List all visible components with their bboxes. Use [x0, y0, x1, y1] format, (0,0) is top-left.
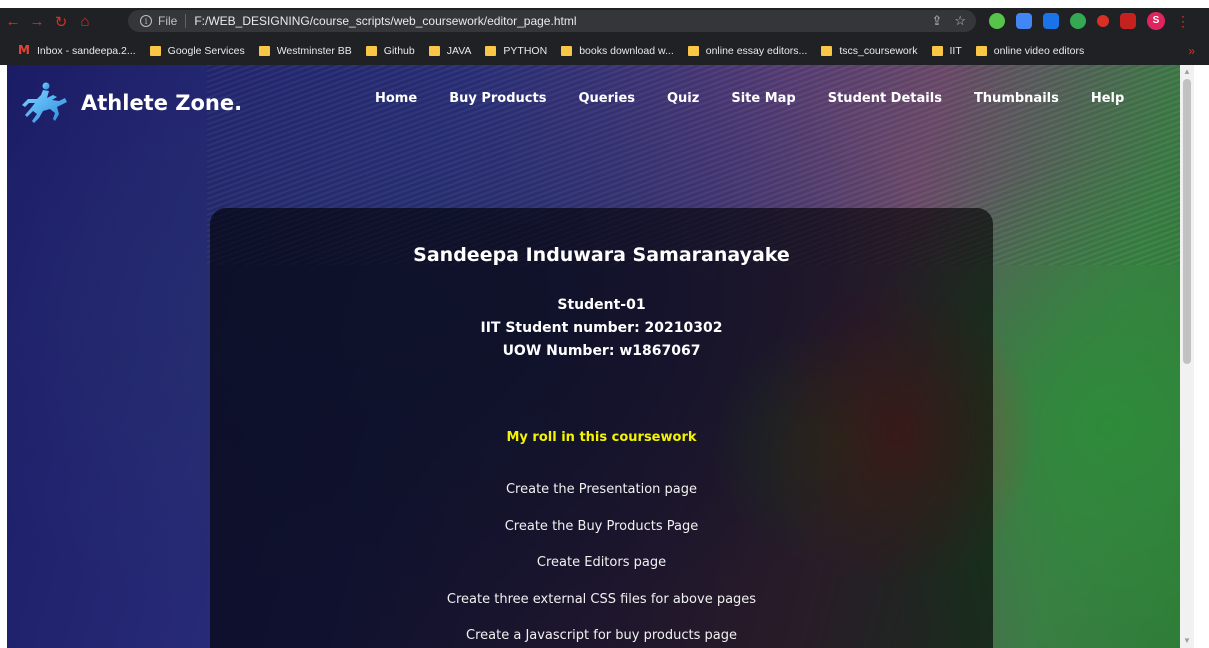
folder-icon	[365, 46, 377, 56]
extension-square-icon[interactable]	[1120, 13, 1136, 29]
student-name: Sandeepa Induwara Samaranayake	[413, 244, 790, 266]
site-title: Athlete Zone.	[81, 91, 243, 115]
bookmark-inbox[interactable]: Inbox - sandeepa.2...	[18, 43, 136, 57]
list-item: Create a Javascript for buy products pag…	[466, 628, 737, 643]
folder-icon	[485, 46, 497, 56]
list-item: Create three external CSS files for abov…	[446, 591, 757, 607]
bookmark-label: JAVA	[446, 45, 472, 57]
folder-icon	[428, 46, 440, 56]
share-icon[interactable]: ⇪	[931, 13, 942, 29]
site-logo[interactable]: Athlete Zone.	[19, 81, 242, 125]
bookmark-label: Inbox - sandeepa.2...	[37, 45, 136, 57]
bookmark-label: online essay editors...	[705, 45, 808, 57]
student-card: Sandeepa Induwara Samaranayake Student-0…	[210, 208, 993, 648]
list-item: Create the Buy Products Page	[504, 518, 699, 534]
extension-red-icon[interactable]	[1097, 15, 1109, 27]
uow-number: UOW Number: w1867067	[502, 343, 701, 359]
folder-icon	[975, 46, 987, 56]
folder-icon	[258, 46, 270, 56]
nav-site-map[interactable]: Site Map	[731, 91, 795, 106]
bookmark-label: books download w...	[579, 45, 674, 57]
kebab-menu-icon[interactable]: ⋮	[1176, 13, 1190, 30]
page-viewport: Athlete Zone. Home Buy Products Queries …	[7, 65, 1194, 648]
nav-student-details[interactable]: Student Details	[828, 91, 942, 106]
extension-blue-icon[interactable]	[1043, 13, 1059, 29]
page-scrollbar[interactable]: ▲ ▼	[1180, 65, 1194, 648]
bookmark-star-icon[interactable]: ☆	[954, 13, 966, 29]
horse-rider-icon	[22, 82, 67, 123]
home-icon[interactable]: ⌂	[74, 11, 96, 33]
nav-buy-products[interactable]: Buy Products	[449, 91, 546, 106]
bookmark-books[interactable]: books download w...	[561, 45, 674, 57]
bookmarks-bar: Inbox - sandeepa.2... Google Services We…	[0, 39, 1209, 63]
url-separator	[185, 14, 187, 28]
nav-quiz[interactable]: Quiz	[667, 91, 699, 106]
bookmark-label: Google Services	[167, 45, 245, 57]
nav-thumbnails[interactable]: Thumbnails	[974, 91, 1059, 106]
bookmark-label: online video editors	[993, 45, 1085, 57]
back-arrow-icon[interactable]: ←	[2, 11, 24, 33]
gmail-icon	[18, 43, 31, 57]
nav-home[interactable]: Home	[375, 91, 417, 106]
url-scheme: File	[158, 14, 178, 28]
folder-icon	[687, 46, 699, 56]
nav-queries[interactable]: Queries	[578, 91, 635, 106]
extension-green-icon[interactable]	[989, 13, 1005, 29]
reload-icon[interactable]: ↻	[50, 11, 72, 33]
address-bar-actions: ⇪ ☆	[931, 13, 966, 29]
folder-icon	[931, 46, 943, 56]
bookmark-label: Westminster BB	[276, 45, 352, 57]
browser-chrome: ← → ↻ ⌂ i File F:/WEB_DESIGNING/course_s…	[0, 8, 1209, 65]
student-label: Student-01	[557, 297, 646, 313]
roles-list: Create the Presentation page Create the …	[210, 472, 993, 648]
more-bookmarks-icon[interactable]: »	[1188, 44, 1195, 58]
scroll-up-arrow-icon[interactable]: ▲	[1182, 67, 1192, 77]
address-bar[interactable]: i File F:/WEB_DESIGNING/course_scripts/w…	[128, 10, 976, 32]
student-info: Student-01 IIT Student number: 20210302 …	[210, 294, 993, 363]
folder-icon	[561, 46, 573, 56]
browser-toolbar: ← → ↻ ⌂ i File F:/WEB_DESIGNING/course_s…	[0, 8, 1209, 35]
bookmark-westminster[interactable]: Westminster BB	[258, 45, 352, 57]
bookmark-python[interactable]: PYTHON	[485, 45, 547, 57]
folder-icon	[149, 46, 161, 56]
list-item: Create Editors page	[536, 555, 667, 570]
folder-icon	[821, 46, 833, 56]
extensions-area: S ⋮	[978, 12, 1190, 30]
bookmark-tscs[interactable]: tscs_coursework	[821, 45, 918, 57]
bookmark-essay-editors[interactable]: online essay editors...	[687, 45, 808, 57]
nav-help[interactable]: Help	[1091, 91, 1124, 106]
bookmark-video-editors[interactable]: online video editors	[975, 45, 1085, 57]
profile-avatar[interactable]: S	[1147, 12, 1165, 30]
scroll-down-arrow-icon[interactable]: ▼	[1182, 636, 1192, 646]
list-item: Create the Presentation page	[505, 482, 698, 497]
bookmark-label: Github	[383, 45, 415, 57]
bookmark-google-services[interactable]: Google Services	[149, 45, 245, 57]
extension-grammar-icon[interactable]	[1070, 13, 1086, 29]
bookmark-iit[interactable]: IIT	[931, 45, 962, 57]
extension-meet-icon[interactable]	[1016, 13, 1032, 29]
site-nav: Home Buy Products Queries Quiz Site Map …	[375, 91, 1156, 106]
url-text[interactable]: F:/WEB_DESIGNING/course_scripts/web_cour…	[194, 14, 576, 28]
roles-heading: My roll in this coursework	[506, 430, 697, 445]
forward-arrow-icon[interactable]: →	[26, 11, 48, 33]
bookmark-label: tscs_coursework	[839, 45, 918, 57]
bookmark-java[interactable]: JAVA	[428, 45, 472, 57]
bookmark-label: IIT	[949, 45, 962, 57]
bookmark-github[interactable]: Github	[365, 45, 415, 57]
scroll-thumb[interactable]	[1183, 79, 1191, 364]
iit-student-number: IIT Student number: 20210302	[480, 320, 723, 336]
info-icon[interactable]: i	[140, 15, 152, 27]
bookmark-label: PYTHON	[503, 45, 548, 57]
